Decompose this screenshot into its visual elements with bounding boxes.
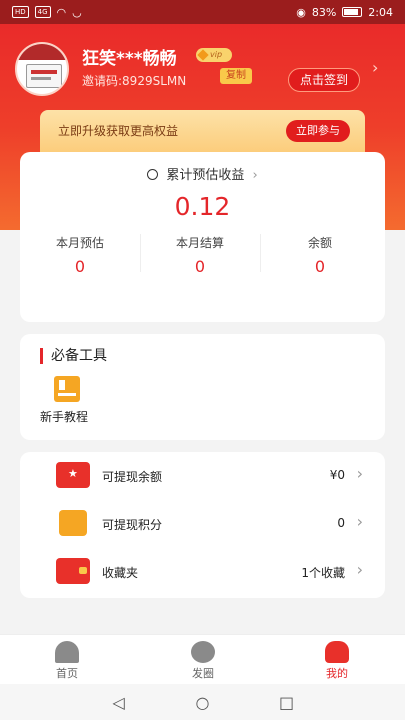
- username: 狂笑***畅畅: [82, 49, 177, 69]
- avatar-line-2: [31, 77, 51, 80]
- tools-card: 必备工具 新手教程: [20, 334, 385, 440]
- list-item-value: 0: [337, 516, 345, 530]
- list-item-value: ¥0: [329, 468, 345, 482]
- clock-time: 2:04: [368, 5, 393, 19]
- favorites-icon: [56, 558, 90, 584]
- network-badge: 4G: [34, 6, 51, 18]
- battery-percent: 83%: [311, 5, 337, 19]
- tab-label: 发圈: [192, 667, 214, 680]
- tutorial-label[interactable]: 新手教程: [40, 408, 88, 425]
- stat-label: 本月结算: [175, 236, 224, 250]
- chevron-right-icon: ›: [252, 168, 258, 183]
- account-list: 可提现余额 ¥0 › 可提现积分 0 › 收藏夹 1个收藏 ›: [20, 452, 385, 598]
- list-item-withdrawable-points[interactable]: 可提现积分 0 ›: [20, 500, 385, 548]
- copy-invite-button[interactable]: 复制: [220, 68, 252, 84]
- discover-icon: [191, 641, 215, 663]
- earnings-title-row[interactable]: 累计预估收益 ›: [20, 164, 385, 183]
- list-item-value: 1个收藏: [301, 566, 345, 580]
- upgrade-banner[interactable]: 立即升级获取更高权益 立即参与: [40, 110, 365, 152]
- invite-code: 邀请码:8929SLMN: [82, 74, 187, 88]
- avatar-banner: [17, 44, 67, 60]
- vip-badge-label: vip: [210, 50, 223, 59]
- shield-icon: ◡: [72, 5, 82, 19]
- chevron-right-icon: ›: [356, 464, 363, 483]
- chevron-right-icon[interactable]: ›: [372, 58, 378, 77]
- stat-label: 余额: [307, 236, 332, 250]
- vip-badge: vip: [196, 48, 232, 62]
- list-item-label: 可提现余额: [102, 470, 163, 484]
- home-circle-icon[interactable]: ○: [191, 693, 215, 712]
- list-item-label: 收藏夹: [102, 566, 139, 580]
- diamond-icon: [197, 49, 209, 61]
- stat-value: 0: [74, 257, 86, 276]
- status-bar: HD 4G ◠ ◡ ◉ 83% 2:04: [0, 0, 405, 24]
- list-item-withdrawable-balance[interactable]: 可提现余额 ¥0 ›: [20, 452, 385, 500]
- wallet-star-icon: [56, 462, 90, 488]
- eye-icon: ◉: [296, 5, 306, 19]
- join-now-button[interactable]: 立即参与: [286, 120, 350, 142]
- earnings-card: 累计预估收益 › 0.12 本月预估 0 本月结算 0 余额 0: [20, 152, 385, 322]
- stat-month-settled: 本月结算 0: [140, 234, 260, 276]
- tutorial-icon[interactable]: [54, 376, 80, 402]
- clock-icon: [147, 169, 159, 180]
- earnings-title: 累计预估收益: [166, 168, 245, 183]
- tab-label: 首页: [56, 667, 78, 680]
- bottom-tab-bar: 首页 发圈 我的: [0, 634, 405, 684]
- earnings-total: 0.12: [174, 192, 231, 221]
- chevron-right-icon: ›: [356, 560, 363, 579]
- avatar-card: [26, 64, 62, 88]
- upgrade-text: 立即升级获取更高权益: [58, 124, 179, 138]
- home-icon: [55, 641, 79, 663]
- avatar-line: [31, 70, 57, 74]
- stat-month-estimate: 本月预估 0: [20, 234, 140, 276]
- stat-value: 0: [194, 257, 206, 276]
- tools-title: 必备工具: [40, 348, 107, 364]
- tab-label: 我的: [326, 667, 348, 680]
- stat-label: 本月预估: [55, 236, 104, 250]
- chevron-right-icon: ›: [356, 512, 363, 531]
- list-item-label: 可提现积分: [102, 518, 163, 532]
- wifi-icon: ◠: [56, 5, 67, 19]
- tab-home[interactable]: 首页: [32, 641, 102, 681]
- list-item-favorites[interactable]: 收藏夹 1个收藏 ›: [20, 548, 385, 596]
- stat-balance: 余额 0: [260, 234, 380, 276]
- system-nav-bar: ◁ ○ □: [0, 684, 405, 720]
- recents-icon[interactable]: □: [275, 693, 299, 712]
- hd-badge: HD: [12, 6, 29, 18]
- stat-value: 0: [314, 257, 326, 276]
- signin-button[interactable]: 点击签到: [288, 68, 360, 92]
- tab-me[interactable]: 我的: [302, 641, 372, 681]
- tab-discover[interactable]: 发圈: [168, 641, 238, 681]
- battery-icon: [342, 7, 363, 17]
- avatar[interactable]: [15, 42, 69, 96]
- me-icon: [325, 641, 349, 663]
- points-icon: [59, 510, 87, 536]
- back-icon[interactable]: ◁: [107, 693, 131, 712]
